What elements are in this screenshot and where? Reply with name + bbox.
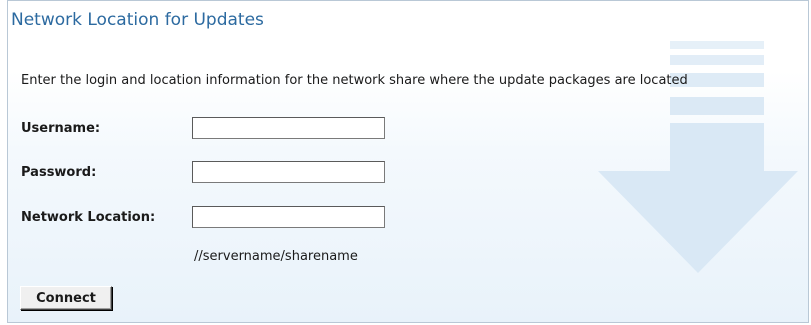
page-title: Network Location for Updates [11,10,264,30]
network-location-panel: Network Location for Updates Enter the l… [7,0,809,323]
page-description: Enter the login and location information… [21,73,688,88]
username-label: Username: [21,121,101,136]
password-label: Password: [21,165,97,180]
username-field[interactable] [192,117,385,139]
network-location-field[interactable] [192,206,385,228]
connect-button[interactable]: Connect [20,286,112,310]
network-location-hint: //servername/sharename [194,249,358,264]
network-location-label: Network Location: [21,210,156,225]
password-field[interactable] [192,161,385,183]
